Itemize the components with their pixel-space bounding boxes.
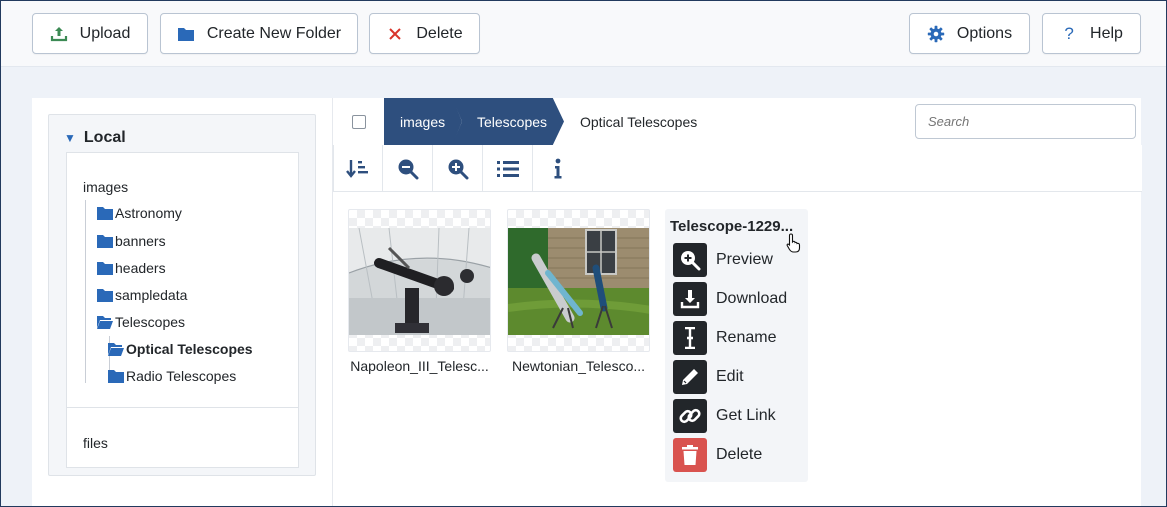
folder-icon	[97, 207, 113, 220]
sort-button[interactable]	[333, 145, 383, 192]
breadcrumb-images[interactable]: images	[384, 98, 462, 145]
question-icon: ?	[1064, 23, 1074, 43]
folder-open-icon	[97, 316, 113, 329]
tree-item-label: Telescopes	[115, 314, 186, 330]
image-thumbnail[interactable]	[507, 209, 650, 352]
action-rename[interactable]: Rename	[673, 321, 776, 355]
zoom-in-button[interactable]	[433, 145, 483, 192]
delete-label: Delete	[416, 24, 463, 42]
select-all-checkbox[interactable]	[352, 115, 366, 129]
info-icon	[554, 158, 562, 178]
options-label: Options	[956, 24, 1013, 42]
download-icon	[673, 282, 707, 316]
folder-tree: images Astronomy banners headers sampled…	[66, 152, 299, 408]
action-label: Download	[716, 290, 788, 307]
gear-icon	[927, 25, 945, 43]
action-edit[interactable]: Edit	[673, 360, 744, 394]
create-folder-label: Create New Folder	[206, 24, 342, 42]
tree-root-images[interactable]: images	[83, 179, 128, 195]
help-label: Help	[1090, 24, 1123, 42]
tree-item-label: Astronomy	[115, 205, 182, 221]
pencil-icon	[673, 360, 707, 394]
caret-down-icon: ▼	[64, 131, 76, 145]
list-icon	[496, 160, 519, 177]
observatory-telescope-image	[349, 228, 490, 335]
tree-item-label: sampledata	[115, 287, 188, 303]
folder-icon	[177, 25, 195, 43]
lawn-telescopes-image	[508, 228, 649, 335]
tree-item-label: headers	[115, 260, 166, 276]
sidebar-item-banners[interactable]: banners	[97, 233, 166, 249]
search-input[interactable]	[915, 104, 1136, 139]
zoom-in-icon	[448, 159, 468, 179]
sidebar-item-sampledata[interactable]: sampledata	[97, 287, 187, 303]
tree-item-label: banners	[115, 233, 166, 249]
folder-icon	[108, 370, 124, 383]
folder-icon	[97, 289, 113, 302]
zoom-out-icon	[398, 159, 418, 179]
sidebar-item-telescopes[interactable]: Telescopes	[97, 314, 185, 330]
action-label: Edit	[716, 368, 744, 385]
list-view-button[interactable]	[483, 145, 533, 192]
tree-guide-line	[85, 200, 86, 383]
main-panel: ▼ Local images Astronomy banners headers	[32, 98, 1142, 506]
action-label: Preview	[716, 251, 773, 268]
files-section: files	[66, 408, 299, 468]
upload-icon	[50, 25, 68, 43]
sort-icon	[346, 159, 368, 178]
hand-pointer-cursor-icon	[786, 233, 801, 253]
sidebar-item-astronomy[interactable]: Astronomy	[97, 205, 182, 221]
breadcrumb-bar: images Telescopes Optical Telescopes	[333, 98, 1142, 145]
media-item-name: Napoleon_III_Telesc...	[350, 358, 489, 374]
action-get-link[interactable]: Get Link	[673, 399, 776, 433]
toolbar: Upload Create New Folder Delete Options …	[1, 1, 1166, 67]
action-label: Get Link	[716, 407, 776, 424]
media-item[interactable]: Newtonian_Telesco...	[507, 209, 650, 374]
tree-item-label: Optical Telescopes	[126, 341, 253, 357]
action-label: Rename	[716, 329, 777, 346]
files-link[interactable]: files	[83, 435, 108, 451]
media-item[interactable]: Napoleon_III_Telesc...	[348, 209, 491, 374]
tree-item-label: Radio Telescopes	[126, 368, 237, 384]
media-item-name: Newtonian_Telesco...	[511, 358, 646, 374]
item-action-menu: Telescope-1229... Preview Download Renam…	[665, 209, 808, 482]
sidebar-header[interactable]: ▼ Local	[64, 129, 126, 147]
image-thumbnail[interactable]	[348, 209, 491, 352]
folder-icon	[97, 235, 113, 248]
create-folder-button[interactable]: Create New Folder	[160, 13, 358, 54]
folder-icon	[97, 262, 113, 275]
content-area: images Telescopes Optical Telescopes Sea…	[332, 98, 1142, 506]
sidebar: ▼ Local images Astronomy banners headers	[48, 114, 316, 476]
link-icon	[673, 399, 707, 433]
delete-button[interactable]: Delete	[369, 13, 480, 54]
zoom-out-button[interactable]	[383, 145, 433, 192]
sidebar-title: Local	[83, 129, 126, 146]
action-label: Delete	[716, 446, 763, 463]
zoom-in-icon	[673, 243, 707, 277]
upload-label: Upload	[79, 24, 131, 42]
view-toolbar	[333, 145, 1142, 192]
folder-open-icon	[108, 343, 124, 356]
sidebar-item-radio-telescopes[interactable]: Radio Telescopes	[108, 368, 236, 384]
media-manager-window: Upload Create New Folder Delete Options …	[0, 0, 1167, 507]
sidebar-item-optical-telescopes[interactable]: Optical Telescopes	[108, 341, 253, 357]
action-delete[interactable]: Delete	[673, 438, 762, 472]
trash-icon	[673, 438, 707, 472]
text-cursor-icon	[673, 321, 707, 355]
help-button[interactable]: ? Help	[1042, 13, 1141, 54]
breadcrumb-telescopes[interactable]: Telescopes	[452, 98, 564, 145]
options-button[interactable]: Options	[909, 13, 1030, 54]
upload-button[interactable]: Upload	[32, 13, 148, 54]
info-button[interactable]	[533, 145, 583, 192]
breadcrumb-optical-telescopes: Optical Telescopes	[565, 98, 715, 145]
action-menu-title: Telescope-1229...	[670, 218, 794, 235]
action-download[interactable]: Download	[673, 282, 787, 316]
sidebar-item-headers[interactable]: headers	[97, 260, 166, 276]
action-preview[interactable]: Preview	[673, 243, 773, 277]
close-icon	[386, 25, 404, 43]
